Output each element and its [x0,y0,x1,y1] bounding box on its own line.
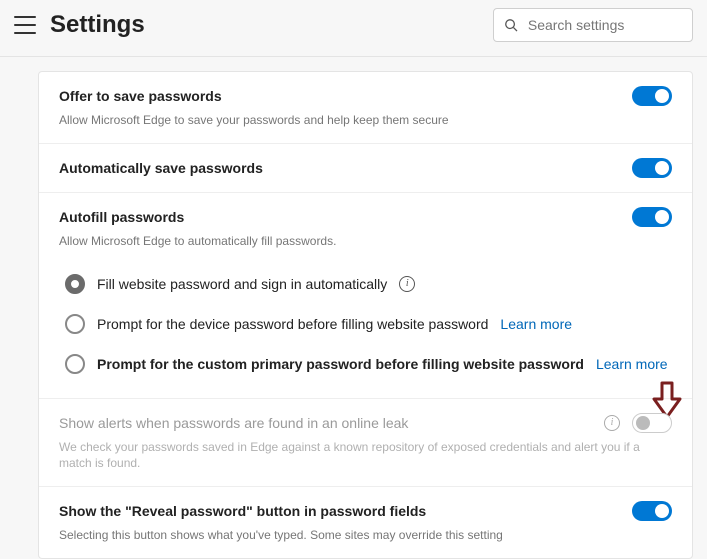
section-reveal: Show the "Reveal password" button in pas… [39,487,692,558]
offer-save-toggle[interactable] [632,86,672,106]
reveal-desc: Selecting this button shows what you've … [59,527,672,544]
menu-button[interactable] [14,16,36,34]
section-offer-save: Offer to save passwords Allow Microsoft … [39,72,692,144]
radio-primary-pw-label: Prompt for the custom primary password b… [97,356,584,372]
search-input[interactable] [528,17,682,33]
radio-device-pw[interactable] [65,314,85,334]
learn-more-link-1[interactable]: Learn more [500,316,572,332]
auto-save-title: Automatically save passwords [59,160,263,176]
auto-save-toggle[interactable] [632,158,672,178]
page-title: Settings [50,11,479,39]
offer-save-title: Offer to save passwords [59,88,222,104]
autofill-desc: Allow Microsoft Edge to automatically fi… [59,233,672,250]
reveal-toggle[interactable] [632,501,672,521]
search-icon [504,17,518,33]
radio-fill-auto-label: Fill website password and sign in automa… [97,276,387,292]
autofill-title: Autofill passwords [59,209,184,225]
reveal-title: Show the "Reveal password" button in pas… [59,503,426,519]
settings-card: Offer to save passwords Allow Microsoft … [38,71,693,559]
info-icon[interactable]: i [399,276,415,292]
info-icon[interactable]: i [604,415,620,431]
radio-primary-pw[interactable] [65,354,85,374]
offer-save-desc: Allow Microsoft Edge to save your passwo… [59,112,672,129]
learn-more-link-2[interactable]: Learn more [596,356,668,372]
section-autofill: Autofill passwords Allow Microsoft Edge … [39,193,692,399]
alerts-title: Show alerts when passwords are found in … [59,415,408,431]
search-box[interactable] [493,8,693,42]
section-alerts: Show alerts when passwords are found in … [39,399,692,488]
alerts-toggle[interactable] [632,413,672,433]
autofill-toggle[interactable] [632,207,672,227]
radio-fill-auto[interactable] [65,274,85,294]
section-auto-save: Automatically save passwords [39,144,692,193]
radio-device-pw-label: Prompt for the device password before fi… [97,316,488,332]
alerts-desc: We check your passwords saved in Edge ag… [59,439,672,473]
